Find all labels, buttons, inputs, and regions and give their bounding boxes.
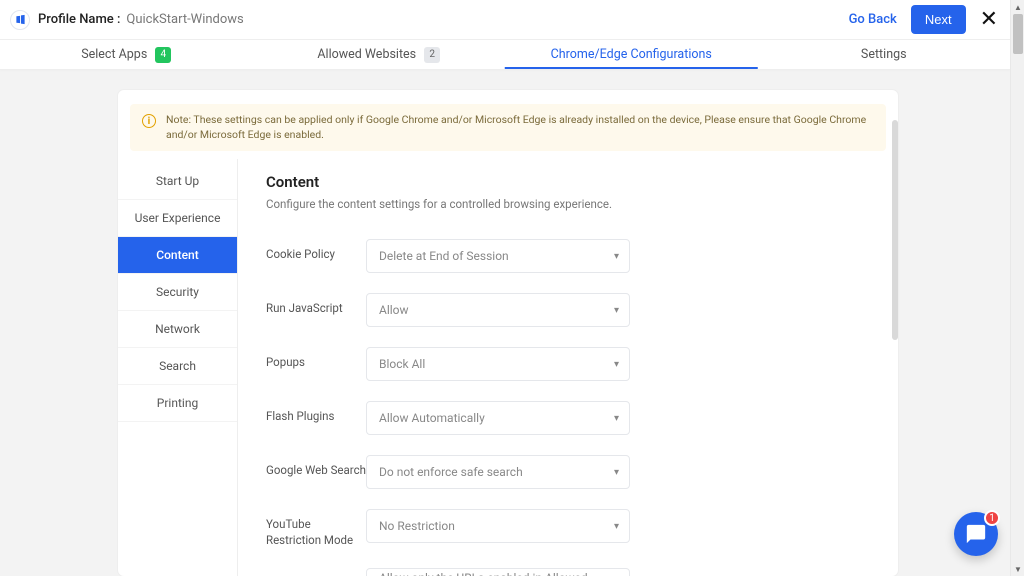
chat-icon xyxy=(965,523,987,545)
select-value: Delete at End of Session xyxy=(379,249,509,263)
windows-icon xyxy=(10,10,30,30)
chevron-down-icon: ▾ xyxy=(614,305,619,316)
select-value: Allow Automatically xyxy=(379,411,485,425)
tab-label: Select Apps xyxy=(81,47,147,62)
field-label: Cookie Policy xyxy=(266,239,366,263)
field-label: Run JavaScript xyxy=(266,293,366,317)
tab-select-apps[interactable]: Select Apps 4 xyxy=(0,40,253,69)
tab-label: Chrome/Edge Configurations xyxy=(551,47,712,62)
chevron-down-icon: ▾ xyxy=(614,251,619,262)
inner-scrollbar[interactable] xyxy=(892,90,898,576)
chevron-down-icon: ▾ xyxy=(614,359,619,370)
field-popups: Popups Block All ▾ xyxy=(266,347,870,381)
inner-scrollbar-thumb[interactable] xyxy=(892,120,898,340)
profile-name-label: Profile Name : xyxy=(38,12,120,27)
vertical-tabs: Start Up User Experience Content Securit… xyxy=(118,159,238,576)
vtab-network[interactable]: Network xyxy=(118,311,237,348)
vtab-start-up[interactable]: Start Up xyxy=(118,163,237,200)
info-note: i Note: These settings can be applied on… xyxy=(130,104,886,151)
chevron-down-icon: ▾ xyxy=(614,467,619,478)
cookie-policy-select[interactable]: Delete at End of Session ▾ xyxy=(366,239,630,273)
content-panel: Content Configure the content settings f… xyxy=(238,159,898,576)
field-label: Flash Plugins xyxy=(266,401,366,425)
youtube-restriction-select[interactable]: No Restriction ▾ xyxy=(366,509,630,543)
section-description: Configure the content settings for a con… xyxy=(266,197,870,211)
chevron-down-icon: ▾ xyxy=(614,521,619,532)
scroll-up-icon[interactable]: ▲ xyxy=(1011,0,1024,14)
field-label: Extend Allowed Websites List Rules xyxy=(266,568,366,576)
profile-name-value: QuickStart-Windows xyxy=(126,12,243,27)
section-title: Content xyxy=(266,173,870,191)
scroll-down-icon[interactable]: ▼ xyxy=(1011,562,1024,576)
vtab-security[interactable]: Security xyxy=(118,274,237,311)
vtab-search[interactable]: Search xyxy=(118,348,237,385)
tab-label: Settings xyxy=(861,47,907,62)
page-canvas: i Note: These settings can be applied on… xyxy=(0,70,1010,576)
field-cookie-policy: Cookie Policy Delete at End of Session ▾ xyxy=(266,239,870,273)
field-youtube-restriction: YouTube Restriction Mode No Restriction … xyxy=(266,509,870,548)
extend-allowed-websites-select[interactable]: Allow only the URLs enabled in Allowed W… xyxy=(366,568,630,576)
field-run-javascript: Run JavaScript Allow ▾ xyxy=(266,293,870,327)
field-label: Google Web Search xyxy=(266,455,366,479)
tab-chrome-edge-configurations[interactable]: Chrome/Edge Configurations xyxy=(505,40,758,69)
tab-strip: Select Apps 4 Allowed Websites 2 Chrome/… xyxy=(0,40,1010,70)
tab-allowed-websites[interactable]: Allowed Websites 2 xyxy=(253,40,506,69)
select-value: Do not enforce safe search xyxy=(379,465,523,479)
tab-settings[interactable]: Settings xyxy=(758,40,1011,69)
info-note-text: Note: These settings can be applied only… xyxy=(166,113,874,142)
field-label: Popups xyxy=(266,347,366,371)
field-extend-allowed-websites: Extend Allowed Websites List Rules Allow… xyxy=(266,568,870,576)
chat-badge: 1 xyxy=(984,510,1000,526)
vtab-printing[interactable]: Printing xyxy=(118,385,237,422)
select-value: Block All xyxy=(379,357,425,371)
select-value: Allow xyxy=(379,303,409,317)
flash-plugins-select[interactable]: Allow Automatically ▾ xyxy=(366,401,630,435)
next-button[interactable]: Next xyxy=(911,5,966,34)
top-bar: Profile Name : QuickStart-Windows Go Bac… xyxy=(0,0,1010,40)
close-icon[interactable]: ✕ xyxy=(980,7,998,32)
popups-select[interactable]: Block All ▾ xyxy=(366,347,630,381)
run-javascript-select[interactable]: Allow ▾ xyxy=(366,293,630,327)
field-google-web-search: Google Web Search Do not enforce safe se… xyxy=(266,455,870,489)
config-card: i Note: These settings can be applied on… xyxy=(118,90,898,576)
select-value: Allow only the URLs enabled in Allowed W… xyxy=(379,571,617,576)
go-back-link[interactable]: Go Back xyxy=(849,12,897,27)
page-scrollbar[interactable]: ▲ ▼ xyxy=(1010,0,1024,576)
page-scrollbar-thumb[interactable] xyxy=(1013,14,1023,54)
vtab-user-experience[interactable]: User Experience xyxy=(118,200,237,237)
google-web-search-select[interactable]: Do not enforce safe search ▾ xyxy=(366,455,630,489)
info-icon: i xyxy=(142,114,156,128)
vtab-content[interactable]: Content xyxy=(118,237,237,274)
tab-badge: 2 xyxy=(424,47,440,63)
select-value: No Restriction xyxy=(379,519,455,533)
field-label: YouTube Restriction Mode xyxy=(266,509,366,548)
tab-label: Allowed Websites xyxy=(317,47,416,62)
tab-badge: 4 xyxy=(155,47,171,63)
field-flash-plugins: Flash Plugins Allow Automatically ▾ xyxy=(266,401,870,435)
chevron-down-icon: ▾ xyxy=(614,413,619,424)
chat-bubble-button[interactable]: 1 xyxy=(954,512,998,556)
